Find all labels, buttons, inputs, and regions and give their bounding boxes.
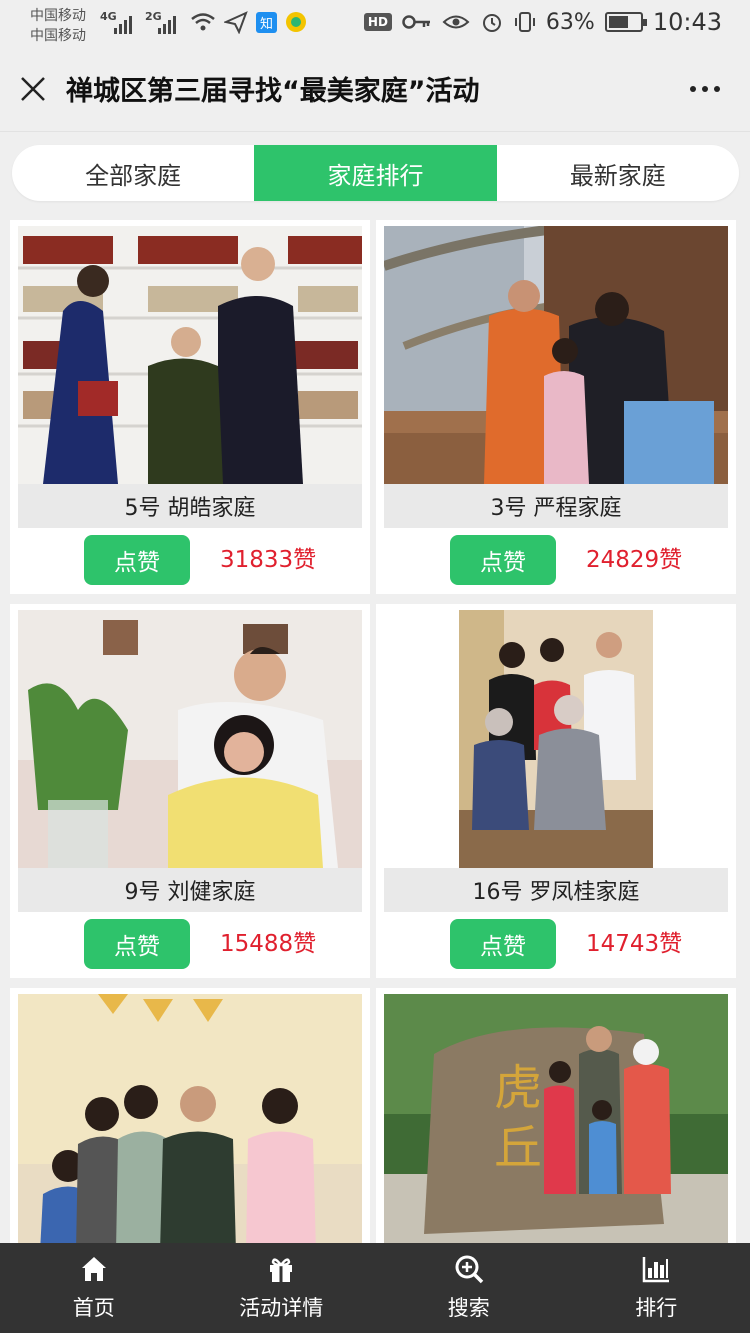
nav-ranking[interactable]: 排行 [563, 1243, 750, 1333]
vote-count: 14743赞 [586, 931, 683, 957]
family-photo[interactable] [384, 610, 728, 868]
bar-chart-icon [643, 1257, 670, 1283]
wifi-icon [191, 13, 215, 31]
family-name: 16号 罗凤桂家庭 [384, 868, 728, 912]
alarm-icon [482, 14, 501, 32]
family-card: 3号 严程家庭 点赞 24829赞 [376, 220, 736, 594]
status-bar: 中国移动 中国移动 4G 2G 知 HD 63% 10:43 [0, 0, 750, 50]
family-photo[interactable] [18, 226, 362, 484]
vibrate-icon [514, 12, 535, 32]
carrier-labels: 中国移动 中国移动 [30, 6, 86, 46]
like-button[interactable]: 点赞 [450, 535, 556, 585]
carrier-1: 中国移动 [30, 8, 86, 24]
nav-activity-label: 活动详情 [239, 1296, 324, 1320]
family-name: 3号 严程家庭 [384, 484, 728, 528]
filter-tabs: 全部家庭 家庭排行 最新家庭 [12, 145, 739, 201]
close-icon[interactable] [18, 74, 48, 104]
family-photo[interactable] [384, 226, 728, 484]
zhihu-app-icon: 知 [256, 11, 278, 33]
family-card: 虎 丘 [376, 988, 736, 1248]
family-photo[interactable] [18, 994, 362, 1248]
nav-home[interactable]: 首页 [0, 1243, 188, 1333]
family-card: 9号 刘健家庭 点赞 15488赞 [10, 604, 370, 978]
send-icon [224, 11, 248, 34]
page-title: 禅城区第三届寻找“最美家庭”活动 [66, 76, 480, 107]
nav-search[interactable]: 搜索 [375, 1243, 563, 1333]
family-card [10, 988, 370, 1248]
home-icon [81, 1257, 106, 1281]
vote-count: 31833赞 [220, 547, 317, 573]
search-plus-icon [455, 1255, 483, 1284]
nav-search-label: 搜索 [447, 1296, 490, 1320]
key-icon [402, 15, 430, 29]
carrier-2: 中国移动 [30, 28, 86, 44]
title-bar: 禅城区第三届寻找“最美家庭”活动 [0, 50, 750, 132]
tab-family-ranking[interactable]: 家庭排行 [254, 145, 497, 201]
like-button[interactable]: 点赞 [450, 919, 556, 969]
tab-newest-families[interactable]: 最新家庭 [497, 145, 739, 201]
signal-bars-2-icon [158, 12, 176, 34]
nav-home-label: 首页 [72, 1296, 115, 1320]
signal-bars-icon [114, 12, 132, 34]
like-button[interactable]: 点赞 [84, 535, 190, 585]
family-name: 9号 刘健家庭 [18, 868, 362, 912]
family-card: 16号 罗凤桂家庭 点赞 14743赞 [376, 604, 736, 978]
more-options-icon[interactable] [690, 86, 720, 92]
gift-icon [270, 1258, 293, 1282]
family-photo[interactable]: 虎 丘 [384, 994, 728, 1248]
tab-all-families[interactable]: 全部家庭 [12, 145, 254, 201]
like-button[interactable]: 点赞 [84, 919, 190, 969]
bottom-nav: 首页 活动详情 搜索 排行 [0, 1243, 750, 1333]
nav-ranking-label: 排行 [635, 1296, 678, 1320]
family-photo[interactable] [18, 610, 362, 868]
nav-activity-details[interactable]: 活动详情 [188, 1243, 376, 1333]
family-name: 5号 胡皓家庭 [18, 484, 362, 528]
vote-count: 15488赞 [220, 931, 317, 957]
rock-text-hu: 虎 [494, 1060, 542, 1116]
hd-badge: HD [363, 13, 392, 31]
app-notification-icon [286, 12, 307, 32]
rock-text-qiu: 丘 [494, 1120, 542, 1176]
eye-icon [442, 15, 470, 29]
vote-count: 24829赞 [586, 547, 683, 573]
battery-icon [604, 12, 647, 32]
clock: 10:43 [652, 8, 722, 36]
family-card: 5号 胡皓家庭 点赞 31833赞 [10, 220, 370, 594]
battery-percent: 63% [545, 9, 595, 35]
